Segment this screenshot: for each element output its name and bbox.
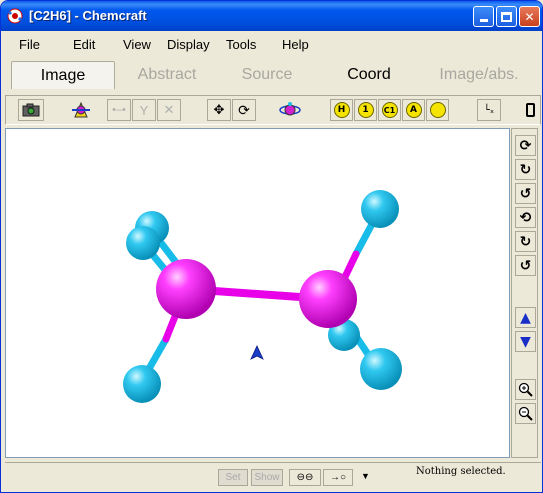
rotate-6-icon: ↺ bbox=[519, 257, 532, 274]
maximize-icon bbox=[501, 11, 512, 22]
orbit-icon bbox=[279, 102, 301, 116]
arrow-cursor-icon bbox=[250, 345, 264, 360]
move-up-button[interactable]: ▲ bbox=[515, 307, 536, 328]
label-atom-button[interactable]: A bbox=[402, 99, 425, 121]
rotate-2-icon: ↻ bbox=[519, 161, 532, 178]
axis-icon: └ₓ bbox=[483, 104, 495, 116]
rotate-6-button[interactable]: ↺ bbox=[515, 255, 536, 276]
label-atom-icon: A bbox=[405, 102, 422, 118]
orbit-button[interactable] bbox=[277, 99, 303, 121]
label-number-button[interactable]: 1 bbox=[354, 99, 377, 121]
rotate-3-button[interactable]: ↺ bbox=[515, 183, 536, 204]
rotate-2-button[interactable]: ↻ bbox=[515, 159, 536, 180]
hydrogen-atom[interactable] bbox=[123, 365, 161, 403]
tool-dropdown-arrow-icon[interactable]: ▼ bbox=[361, 471, 370, 481]
bond-tool-button[interactable]: ⊖⊖ bbox=[289, 469, 321, 486]
window-title: [C2H6] - Chemcraft bbox=[29, 8, 147, 23]
arrow-tool-button[interactable]: →○ bbox=[323, 469, 353, 486]
shape-icon bbox=[72, 101, 90, 118]
tab-image[interactable]: Image bbox=[11, 61, 115, 89]
rotate-5-button[interactable]: ↻ bbox=[515, 231, 536, 252]
bond-tool-icon: ⊖⊖ bbox=[296, 472, 314, 483]
refresh-view-icon: ⟳ bbox=[238, 101, 250, 118]
close-button[interactable]: ✕ bbox=[519, 6, 540, 27]
zoom-in-icon bbox=[518, 382, 533, 397]
label-element-number-button[interactable]: C1 bbox=[378, 99, 401, 121]
cross-button[interactable]: ✕ bbox=[157, 99, 181, 121]
rotate-1-icon: ⟳ bbox=[519, 137, 532, 154]
menu-bar: File Edit View Display Tools Help bbox=[1, 31, 542, 57]
maximize-button[interactable] bbox=[496, 6, 517, 27]
label-element-number-icon: C1 bbox=[381, 102, 398, 118]
move-down-icon: ▼ bbox=[520, 333, 531, 350]
show-button[interactable]: Show bbox=[251, 469, 283, 486]
set-button[interactable]: Set bbox=[218, 469, 248, 486]
molecule-viewport[interactable] bbox=[5, 128, 510, 458]
view-tabs: Image Abstract Source Coord Image/abs. bbox=[5, 58, 539, 89]
fit-view-button[interactable]: ✥ bbox=[207, 99, 231, 121]
branch-button[interactable]: Y bbox=[132, 99, 156, 121]
axis-button[interactable]: └ₓ bbox=[477, 99, 501, 121]
hydrogen-atom[interactable] bbox=[360, 348, 402, 390]
zoom-out-button[interactable] bbox=[515, 403, 536, 424]
label-none-icon bbox=[429, 102, 446, 118]
atom-bond-icon: •–• bbox=[112, 104, 126, 116]
rotate-1-button[interactable]: ⟳ bbox=[515, 135, 536, 156]
toolbar: •–• Y ✕ ✥ ⟳ H 1 C1 A └ₓ bbox=[5, 95, 541, 125]
minimize-icon bbox=[479, 19, 488, 22]
menu-edit[interactable]: Edit bbox=[73, 37, 95, 52]
label-number-icon: 1 bbox=[357, 102, 374, 118]
arrow-right-icon: →○ bbox=[329, 472, 347, 483]
rotate-4-icon: ⟲ bbox=[519, 209, 532, 226]
fit-view-icon: ✥ bbox=[213, 102, 225, 117]
copy-icon bbox=[525, 103, 535, 117]
tab-source[interactable]: Source bbox=[215, 61, 319, 89]
cross-icon: ✕ bbox=[163, 102, 175, 117]
menu-help[interactable]: Help bbox=[282, 37, 309, 52]
menu-view[interactable]: View bbox=[123, 37, 151, 52]
rotate-4-button[interactable]: ⟲ bbox=[515, 207, 536, 228]
tab-coord[interactable]: Coord bbox=[317, 61, 421, 89]
zoom-in-button[interactable] bbox=[515, 379, 536, 400]
refresh-view-button[interactable]: ⟳ bbox=[232, 99, 256, 121]
branch-icon: Y bbox=[139, 102, 149, 118]
screenshot-button[interactable] bbox=[18, 99, 44, 121]
tab-abstract[interactable]: Abstract bbox=[115, 61, 219, 89]
zoom-out-icon bbox=[518, 406, 533, 421]
shape-button[interactable] bbox=[68, 99, 94, 121]
title-bar[interactable]: [C2H6] - Chemcraft ✕ bbox=[1, 1, 542, 31]
menu-tools[interactable]: Tools bbox=[226, 37, 256, 52]
carbon-atom[interactable] bbox=[299, 270, 357, 328]
label-hydrogen-button[interactable]: H bbox=[330, 99, 353, 121]
view-tools-panel: ⟳ ↻ ↺ ⟲ ↻ ↺ ▲ ▼ bbox=[511, 128, 538, 458]
camera-icon bbox=[22, 103, 40, 117]
menu-display[interactable]: Display bbox=[167, 37, 210, 52]
label-none-button[interactable] bbox=[426, 99, 449, 121]
chemcraft-logo-icon bbox=[7, 8, 23, 24]
copy-button[interactable] bbox=[521, 99, 539, 121]
close-icon: ✕ bbox=[524, 9, 535, 24]
minimize-button[interactable] bbox=[473, 6, 494, 27]
tab-image-abs[interactable]: Image/abs. bbox=[427, 61, 531, 89]
hydrogen-atom[interactable] bbox=[126, 226, 160, 260]
label-hydrogen-icon: H bbox=[333, 102, 350, 118]
menu-file[interactable]: File bbox=[19, 37, 40, 52]
carbon-atom[interactable] bbox=[156, 259, 216, 319]
molecule-canvas[interactable] bbox=[6, 129, 510, 458]
rotate-5-icon: ↻ bbox=[519, 233, 532, 250]
atom-bond-button[interactable]: •–• bbox=[107, 99, 131, 121]
status-bar: Set Show ⊖⊖ →○ ▼ Nothing selected. bbox=[5, 462, 541, 490]
chemcraft-window: [C2H6] - Chemcraft ✕ File Edit View Disp… bbox=[0, 0, 543, 493]
move-up-icon: ▲ bbox=[520, 309, 531, 326]
move-down-button[interactable]: ▼ bbox=[515, 331, 536, 352]
rotate-3-icon: ↺ bbox=[519, 185, 532, 202]
selection-status: Nothing selected. bbox=[416, 466, 506, 477]
hydrogen-atom[interactable] bbox=[361, 190, 399, 228]
